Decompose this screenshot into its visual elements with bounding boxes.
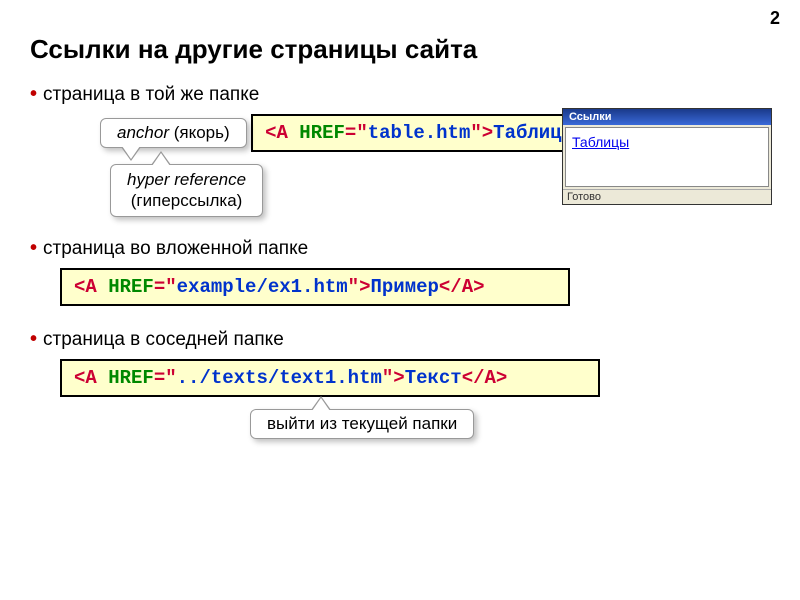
arrow-up-icon [151, 151, 171, 165]
callout-hyperref-translation: (гиперссылка) [127, 190, 246, 211]
code-link-text: Текст [405, 367, 462, 389]
section-1: • страница в той же папке [30, 83, 770, 106]
code-punct: "> [470, 122, 493, 144]
bullet-icon: • [30, 83, 37, 105]
code-href-value: ../texts/text1.htm [177, 367, 382, 389]
code-link-text: Пример [370, 276, 438, 298]
code-href-value: example/ex1.htm [177, 276, 348, 298]
code-attr: HREF [97, 276, 154, 298]
section-2-text: страница во вложенной папке [43, 238, 308, 259]
code-tag-open: <A [74, 276, 97, 298]
code-attr: HREF [97, 367, 154, 389]
code-punct: =" [345, 122, 368, 144]
code-punct: =" [154, 367, 177, 389]
arrow-up-icon [311, 396, 331, 410]
code-attr: HREF [288, 122, 345, 144]
code-punct: "> [348, 276, 371, 298]
callout-hyperref-term: hyper reference [127, 169, 246, 190]
code-tag-open: <A [265, 122, 288, 144]
page-title: Ссылки на другие страницы сайта [30, 34, 770, 65]
window-link[interactable]: Таблицы [572, 134, 629, 150]
section-1-text: страница в той же папке [43, 84, 259, 105]
section-2: • страница во вложенной папке [30, 237, 770, 260]
arrow-down-icon [121, 147, 141, 161]
callout-anchor-translation: (якорь) [169, 123, 230, 142]
code-tag-close: </A> [439, 276, 485, 298]
section-3-text: страница в соседней папке [43, 329, 284, 350]
window-statusbar: Готово [563, 189, 771, 204]
callout-anchor-term: anchor [117, 123, 169, 142]
callout-exit-folder: выйти из текущей папки [250, 409, 474, 439]
window-content: Таблицы [565, 127, 769, 187]
code-example-2: <A HREF="example/ex1.htm">Пример</A> [60, 268, 570, 306]
callout-hyperref: hyper reference (гиперссылка) [110, 164, 263, 217]
browser-window: Ссылки Таблицы Готово [562, 108, 772, 205]
callout-exit-text: выйти из текущей папки [267, 414, 457, 433]
code-tag-close: </A> [462, 367, 508, 389]
bullet-icon: • [30, 237, 37, 259]
page-number: 2 [770, 8, 780, 29]
callout-anchor: anchor (якорь) [100, 118, 247, 148]
code-punct: "> [382, 367, 405, 389]
code-tag-open: <A [74, 367, 97, 389]
code-punct: =" [154, 276, 177, 298]
code-example-3: <A HREF="../texts/text1.htm">Текст</A> [60, 359, 600, 397]
window-titlebar: Ссылки [563, 109, 771, 125]
section-3: • страница в соседней папке [30, 328, 770, 351]
bullet-icon: • [30, 328, 37, 350]
code-href-value: table.htm [368, 122, 471, 144]
